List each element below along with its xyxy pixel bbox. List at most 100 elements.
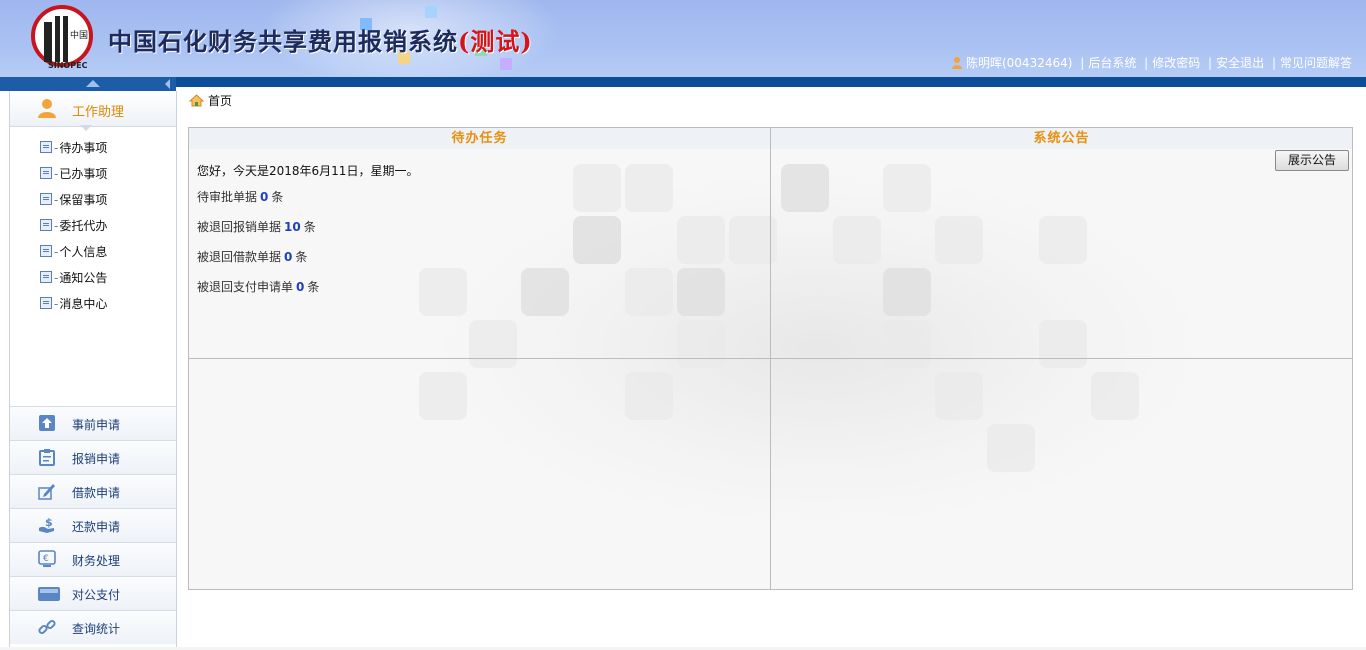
sub-item-personal-info[interactable]: -个人信息 [40,243,107,269]
money-hand-icon: $ [38,516,56,534]
task-unit: 条 [295,250,308,264]
header-tile-decoration [425,6,437,18]
background-tile [883,164,931,212]
background-tile [677,320,725,368]
menu-item-label: 事前申请 [72,418,121,432]
show-notice-button[interactable]: 展示公告 [1275,150,1349,171]
task-label: 被退回报销单据 [197,220,282,234]
document-icon [40,167,52,179]
background-tile [521,268,569,316]
dash: - [54,193,59,207]
sidebar-collapse-strip [0,77,176,91]
task-unit: 条 [271,190,284,204]
sub-item-label: 个人信息 [59,245,108,259]
background-tile [625,268,673,316]
separator: | [1271,56,1276,70]
sub-item-label: 已办事项 [59,167,108,181]
menu-item-finance[interactable]: € 财务处理 [10,542,176,576]
system-title-test: (测试) [458,27,533,56]
document-icon [40,141,52,153]
menu-item-pre-application[interactable]: 事前申请 [10,406,176,440]
sub-item-done[interactable]: -已办事项 [40,165,107,191]
menu-item-corporate-payment[interactable]: 对公支付 [10,576,176,610]
task-unit: 条 [307,280,320,294]
upload-arrow-icon [38,414,56,432]
sub-item-label: 消息中心 [59,297,108,311]
menu-item-repayment[interactable]: $ 还款申请 [10,508,176,542]
current-user: 陈明晖(00432464) [965,56,1073,70]
background-tile [781,164,829,212]
background-tile [1039,320,1087,368]
document-icon [40,297,52,309]
sub-item-delegate[interactable]: -委托代办 [40,217,107,243]
background-tile [419,372,467,420]
sidebar-section-work-assistant[interactable]: 工作助理 [10,91,176,131]
separator: | [1080,56,1085,70]
background-tile [419,268,467,316]
sub-item-messages[interactable]: -消息中心 [40,295,107,321]
task-count[interactable]: 0 [296,280,304,294]
app-header: 中国 SINOPEC 中国石化财务共享费用报销系统(测试) 陈明晖(004324… [0,0,1366,77]
menu-item-loan[interactable]: 借款申请 [10,474,176,508]
menu-item-label: 查询统计 [72,622,121,636]
breadcrumb-home[interactable]: 首页 [208,94,232,108]
dash: - [54,219,59,233]
menu-item-label: 借款申请 [72,486,121,500]
greeting-text: 您好，今天是2018年6月11日，星期一。 [197,164,419,178]
separator: | [1208,56,1213,70]
breadcrumb: 首页 [188,92,232,110]
notice-panel-title: 系统公告 [771,128,1352,149]
admin-system-link[interactable]: 后台系统 [1088,56,1136,70]
dashboard-panels: 待办任务 您好，今天是2018年6月11日，星期一。 待审批单据 0 条 被退回报销… [188,127,1353,590]
header-tile-decoration [500,58,512,70]
tasks-panel-title: 待办任务 [189,128,770,149]
collapse-up-icon[interactable] [86,80,100,87]
wallet-card-icon [38,584,60,602]
dash: - [54,141,59,155]
task-row-returned-payment[interactable]: 被退回支付申请单 0 条 [197,278,418,295]
task-label: 被退回支付申请单 [197,280,294,294]
task-count[interactable]: 0 [284,250,292,264]
change-password-link[interactable]: 修改密码 [1152,56,1200,70]
sidebar: 工作助理 -待办事项 -已办事项 -保留事项 -委托代办 -个人信息 -通知公告… [9,91,177,650]
menu-item-label: 还款申请 [72,520,121,534]
faq-link[interactable]: 常见问题解答 [1280,56,1352,70]
background-tile [677,216,725,264]
collapse-left-icon[interactable] [165,79,170,89]
menu-item-query-stats[interactable]: 查询统计 [10,610,176,644]
home-icon [188,94,205,110]
sub-item-label: 通知公告 [59,271,108,285]
task-label: 被退回借款单据 [197,250,282,264]
sidebar-section-title: 工作助理 [72,105,125,120]
dash: - [54,167,59,181]
task-row-pending-approval[interactable]: 待审批单据 0 条 [197,188,418,205]
user-icon [951,56,963,72]
sub-item-todo[interactable]: -待办事项 [40,139,107,165]
user-bar: 陈明晖(00432464) | 后台系统 | 修改密码 | 安全退出 | 常见问题解答 [951,54,1352,72]
menu-item-label: 对公支付 [72,588,121,602]
sub-item-notice[interactable]: -通知公告 [40,269,107,295]
tasks-panel-content: 您好，今天是2018年6月11日，星期一。 待审批单据 0 条 被退回报销单据 10 条… [197,162,418,308]
document-icon [40,245,52,257]
euro-monitor-icon: € [38,550,56,568]
background-tile [935,216,983,264]
background-tile [1091,372,1139,420]
menu-item-reimbursement[interactable]: 报销申请 [10,440,176,474]
task-count[interactable]: 10 [284,220,301,234]
task-label: 待审批单据 [197,190,258,204]
task-count[interactable]: 0 [260,190,268,204]
task-row-returned-reimbursement[interactable]: 被退回报销单据 10 条 [197,218,418,235]
sub-item-label: 委托代办 [59,219,108,233]
background-tile [935,372,983,420]
panel-horizontal-divider [189,358,1352,359]
separator: | [1144,56,1149,70]
logout-link[interactable]: 安全退出 [1216,56,1264,70]
sub-item-reserved[interactable]: -保留事项 [40,191,107,217]
clipboard-icon [38,448,56,466]
task-row-returned-loan[interactable]: 被退回借款单据 0 条 [197,248,418,265]
background-tile [883,320,931,368]
background-tile [883,268,931,316]
dash: - [54,245,59,259]
dash: - [54,297,59,311]
task-unit: 条 [303,220,316,234]
